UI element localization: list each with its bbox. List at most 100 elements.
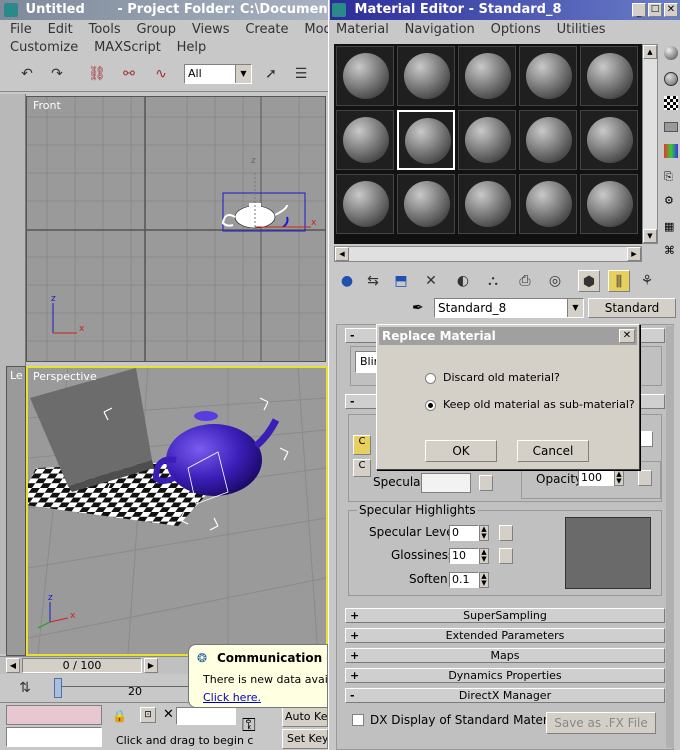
get-material-icon[interactable]: ● — [336, 270, 358, 292]
menu-edit[interactable]: Edit — [48, 22, 73, 37]
lock-icon[interactable]: 🔒 — [112, 709, 127, 723]
radio-discard[interactable] — [425, 373, 436, 384]
sample-slot[interactable] — [580, 46, 638, 106]
reset-map-icon[interactable]: ✕ — [420, 270, 442, 292]
dialog-cancel-button[interactable]: Cancel — [517, 440, 589, 462]
specular-color-swatch[interactable] — [421, 473, 471, 493]
sample-slot[interactable] — [458, 110, 516, 170]
menu-file[interactable]: File — [10, 22, 32, 37]
soften-arrows[interactable]: ▲ ▼ — [479, 572, 489, 588]
menu-create[interactable]: Create — [245, 22, 288, 37]
uv-tiling-icon[interactable] — [664, 122, 678, 132]
select-by-name-icon[interactable]: ☰ — [290, 63, 312, 85]
menu-tools[interactable]: Tools — [89, 22, 121, 37]
sample-slot[interactable] — [458, 46, 516, 106]
absolute-mode-icon[interactable]: ⊡ — [140, 707, 156, 723]
background-checker-icon[interactable] — [664, 96, 678, 110]
select-link-icon[interactable]: ⛓ — [86, 63, 108, 85]
opacity-spinner[interactable]: 100 — [578, 470, 614, 486]
sample-slot-active[interactable] — [397, 110, 455, 170]
dialog-close-button[interactable]: ✕ — [619, 329, 635, 343]
maximize-button[interactable]: □ — [648, 3, 662, 17]
left-viewport-stub[interactable]: Le — [6, 366, 26, 656]
perspective-viewport[interactable]: z x Perspective — [26, 366, 328, 656]
sample-type-icon[interactable] — [664, 46, 678, 60]
glossiness-arrows[interactable]: ▲ ▼ — [479, 548, 489, 564]
select-object-icon[interactable]: ➚ — [260, 63, 282, 85]
selection-filter-dropdown[interactable]: All ▼ — [184, 64, 252, 84]
pick-material-eyedropper-icon[interactable]: ✒ — [412, 300, 424, 316]
slots-vscrollbar[interactable]: ▲ ▼ — [642, 44, 658, 244]
sample-slot[interactable] — [580, 174, 638, 234]
scroll-left-arrow[interactable]: ◀ — [335, 247, 349, 261]
balloon-link[interactable]: Click here. — [203, 691, 261, 704]
backlight-icon[interactable] — [664, 72, 678, 86]
make-unique-icon[interactable]: ◐ — [452, 270, 474, 292]
me-menu-utilities[interactable]: Utilities — [557, 22, 606, 37]
sample-slot[interactable] — [336, 174, 394, 234]
scroll-down-arrow[interactable]: ▼ — [643, 229, 657, 243]
specular-level-map-button[interactable] — [499, 525, 513, 541]
material-type-button[interactable]: Standard — [588, 298, 676, 318]
sample-slot[interactable] — [336, 46, 394, 106]
options-icon[interactable]: ⚙ — [664, 194, 678, 208]
sample-slot[interactable] — [519, 174, 577, 234]
glossiness-spinner[interactable]: 10 — [449, 548, 479, 564]
radio-discard-label[interactable]: Discard old material? — [443, 371, 560, 384]
menu-maxscript[interactable]: MAXScript — [94, 40, 161, 55]
material-effects-channel-icon[interactable]: ⎙ — [514, 270, 536, 292]
specular-level-spinner[interactable]: 0 — [449, 525, 479, 541]
key-icon[interactable]: ⚿ — [242, 715, 256, 736]
scroll-right-arrow[interactable]: ▶ — [627, 247, 641, 261]
me-menu-options[interactable]: Options — [491, 22, 541, 37]
sample-slot[interactable] — [519, 46, 577, 106]
specular-map-button[interactable] — [479, 475, 493, 491]
time-slider[interactable]: 0 / 100 — [22, 658, 142, 673]
communication-center-balloon[interactable]: ❂ Communication Ce There is new data ava… — [188, 644, 328, 708]
material-navigator-icon[interactable]: ⌘ — [664, 244, 678, 258]
dx-display-checkbox[interactable] — [352, 714, 364, 726]
go-to-parent-icon[interactable]: ⫼ — [608, 270, 630, 292]
menu-modifiers[interactable]: Modifiers — [304, 22, 328, 37]
radio-keep[interactable] — [425, 400, 436, 411]
rollout-supersampling[interactable]: + SuperSampling — [345, 608, 665, 623]
me-menu-navigation[interactable]: Navigation — [405, 22, 475, 37]
rollout-extended-parameters[interactable]: + Extended Parameters — [345, 628, 665, 643]
x-coord-field[interactable] — [176, 707, 236, 725]
chevron-down-icon[interactable]: ▼ — [567, 299, 583, 317]
rollout-dynamics-properties[interactable]: + Dynamics Properties — [345, 668, 665, 683]
sample-slot[interactable] — [397, 46, 455, 106]
radio-keep-label[interactable]: Keep old material as sub-material? — [443, 398, 635, 411]
put-to-scene-icon[interactable]: ⇆ — [362, 270, 384, 292]
me-menu-material[interactable]: Material — [336, 22, 389, 37]
go-forward-sibling-icon[interactable]: ⚘ — [636, 270, 658, 292]
scroll-up-arrow[interactable]: ▲ — [643, 45, 657, 59]
opacity-map-button[interactable] — [638, 470, 652, 486]
rollout-directx-manager[interactable]: - DirectX Manager — [345, 688, 665, 703]
set-key-button[interactable]: Set Key — [282, 729, 328, 749]
select-by-material-icon[interactable]: ▦ — [664, 220, 678, 234]
material-name-field[interactable]: Standard_8 ▼ — [434, 298, 584, 318]
menu-customize[interactable]: Customize — [10, 40, 78, 55]
sample-slot[interactable] — [336, 110, 394, 170]
sample-slot[interactable] — [397, 174, 455, 234]
make-preview-icon[interactable]: ⎘ — [664, 170, 678, 184]
undo-icon[interactable]: ↶ — [16, 63, 38, 85]
dialog-ok-button[interactable]: OK — [425, 440, 497, 462]
soften-spinner[interactable]: 0.1 — [449, 572, 479, 588]
time-marker[interactable] — [54, 678, 62, 698]
save-as-fx-button[interactable]: Save as .FX File — [546, 712, 656, 734]
menu-group[interactable]: Group — [136, 22, 176, 37]
next-frame-button[interactable]: ▶ — [144, 658, 158, 673]
slots-hscrollbar[interactable]: ◀ ▶ — [334, 246, 642, 262]
panel-scrollbar[interactable] — [666, 326, 674, 748]
prev-frame-button[interactable]: ◀ — [6, 658, 20, 673]
lock-ambient-diffuse-button[interactable]: C — [353, 435, 371, 455]
show-end-result-icon[interactable]: ⬢ — [578, 270, 600, 292]
menu-help[interactable]: Help — [177, 40, 207, 55]
front-viewport-label[interactable]: Front — [33, 99, 61, 112]
redo-icon[interactable]: ↷ — [46, 63, 68, 85]
sample-slot[interactable] — [580, 110, 638, 170]
perspective-viewport-label[interactable]: Perspective — [33, 370, 97, 383]
opacity-spinner-arrows[interactable]: ▲ ▼ — [614, 470, 624, 486]
